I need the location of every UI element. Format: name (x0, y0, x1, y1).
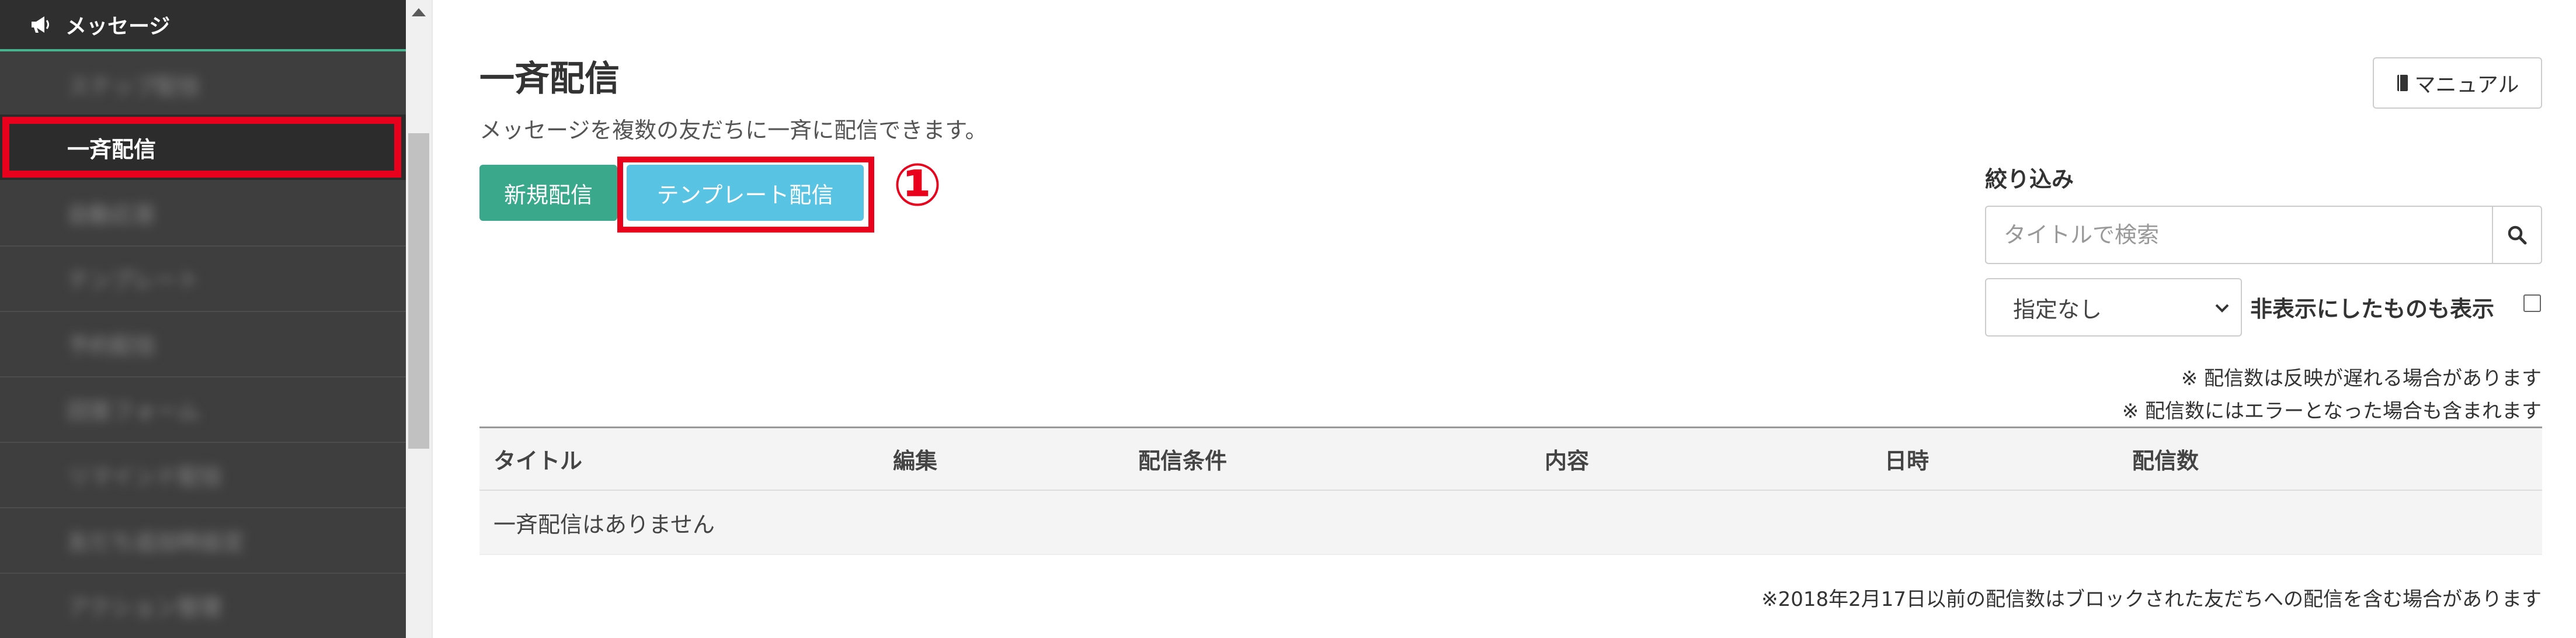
sidebar-item-label: 自動応答 (67, 202, 157, 228)
column-title: タイトル (493, 448, 583, 474)
note-errors: ※ 配信数にはエラーとなった場合も含まれます (2122, 400, 2542, 423)
column-content: 内容 (1545, 448, 1590, 474)
column-edit: 編集 (893, 448, 938, 474)
sidebar-item-step[interactable]: ステップ配信 (0, 51, 406, 117)
sidebar-item-label: 友だち追加時設定 (67, 529, 245, 555)
chevron-down-icon (2215, 304, 2229, 313)
sidebar-item-label: 予約配信 (67, 332, 157, 359)
highlight-box (2, 117, 401, 178)
sidebar-item-label: アクション管理 (67, 594, 222, 620)
sidebar-item-broadcast[interactable]: 一斉配信 (0, 115, 406, 180)
filter-select[interactable]: 指定なし (1985, 278, 2242, 337)
empty-message: 一斉配信はありません (493, 511, 715, 538)
sidebar-item-action[interactable]: アクション管理 (0, 573, 406, 638)
sidebar-item-label: 回答フォーム (67, 398, 200, 424)
page-description: メッセージを複数の友だちに一斉に配信できます。 (479, 117, 988, 143)
table-row: 一斉配信はありません (479, 491, 2542, 555)
show-hidden-label: 非表示にしたものも表示 (2250, 296, 2495, 322)
sidebar-item-remind[interactable]: リマインド配信 (0, 442, 406, 507)
sidebar: メッセージ ステップ配信 一斉配信 自動応答 テンプレート 予約配信 回答フォー… (0, 0, 406, 638)
show-hidden-checkbox[interactable] (2523, 294, 2541, 312)
page-title: 一斉配信 (479, 58, 620, 99)
footnote: ※2018年2月17日以前の配信数はブロックされた友だちへの配信を含む場合があり… (1761, 588, 2542, 611)
manual-button-label: マニュアル (2414, 73, 2519, 97)
filter-select-value: 指定なし (2013, 296, 2102, 323)
sidebar-item-label: ステップ配信 (67, 73, 201, 99)
search-button[interactable] (2492, 206, 2542, 264)
sidebar-item-template[interactable]: テンプレート (0, 245, 406, 311)
broadcast-table: タイトル 編集 配信条件 内容 日時 配信数 一斉配信はありません (479, 427, 2542, 555)
sidebar-item-auto-reply[interactable]: 自動応答 (0, 180, 406, 245)
search-icon (2508, 226, 2527, 245)
sidebar-header-label: メッセージ (65, 15, 171, 39)
sidebar-item-label: テンプレート (67, 267, 200, 293)
sidebar-section-message[interactable]: メッセージ (0, 0, 406, 51)
sidebar-item-friend-add[interactable]: 友だち追加時設定 (0, 507, 406, 573)
megaphone-icon (29, 13, 57, 36)
manual-button[interactable]: マニュアル (2373, 57, 2542, 109)
sidebar-item-form[interactable]: 回答フォーム (0, 376, 406, 442)
sidebar-item-label: リマインド配信 (67, 463, 223, 490)
highlight-box (617, 157, 874, 233)
filter-title: 絞り込み (1985, 167, 2074, 192)
sidebar-scrollbar[interactable] (406, 0, 432, 638)
column-datetime: 日時 (1885, 448, 1930, 474)
column-count: 配信数 (2132, 448, 2199, 474)
step-number-badge: ① (892, 150, 943, 219)
main-content: 一斉配信 メッセージを複数の友だちに一斉に配信できます。 新規配信 テンプレート… (432, 0, 2576, 638)
title-search-input[interactable] (1985, 206, 2493, 264)
scrollbar-thumb[interactable] (408, 133, 429, 449)
scroll-up-arrow-icon[interactable] (412, 8, 426, 16)
new-broadcast-button[interactable]: 新規配信 (479, 165, 617, 221)
column-condition: 配信条件 (1138, 448, 1228, 474)
book-icon (2397, 75, 2408, 91)
sidebar-item-scheduled[interactable]: 予約配信 (0, 311, 406, 376)
page: メッセージ ステップ配信 一斉配信 自動応答 テンプレート 予約配信 回答フォー… (0, 0, 2576, 638)
table-header: タイトル 編集 配信条件 内容 日時 配信数 (479, 427, 2542, 491)
note-delay: ※ 配信数は反映が遅れる場合があります (2181, 367, 2542, 390)
